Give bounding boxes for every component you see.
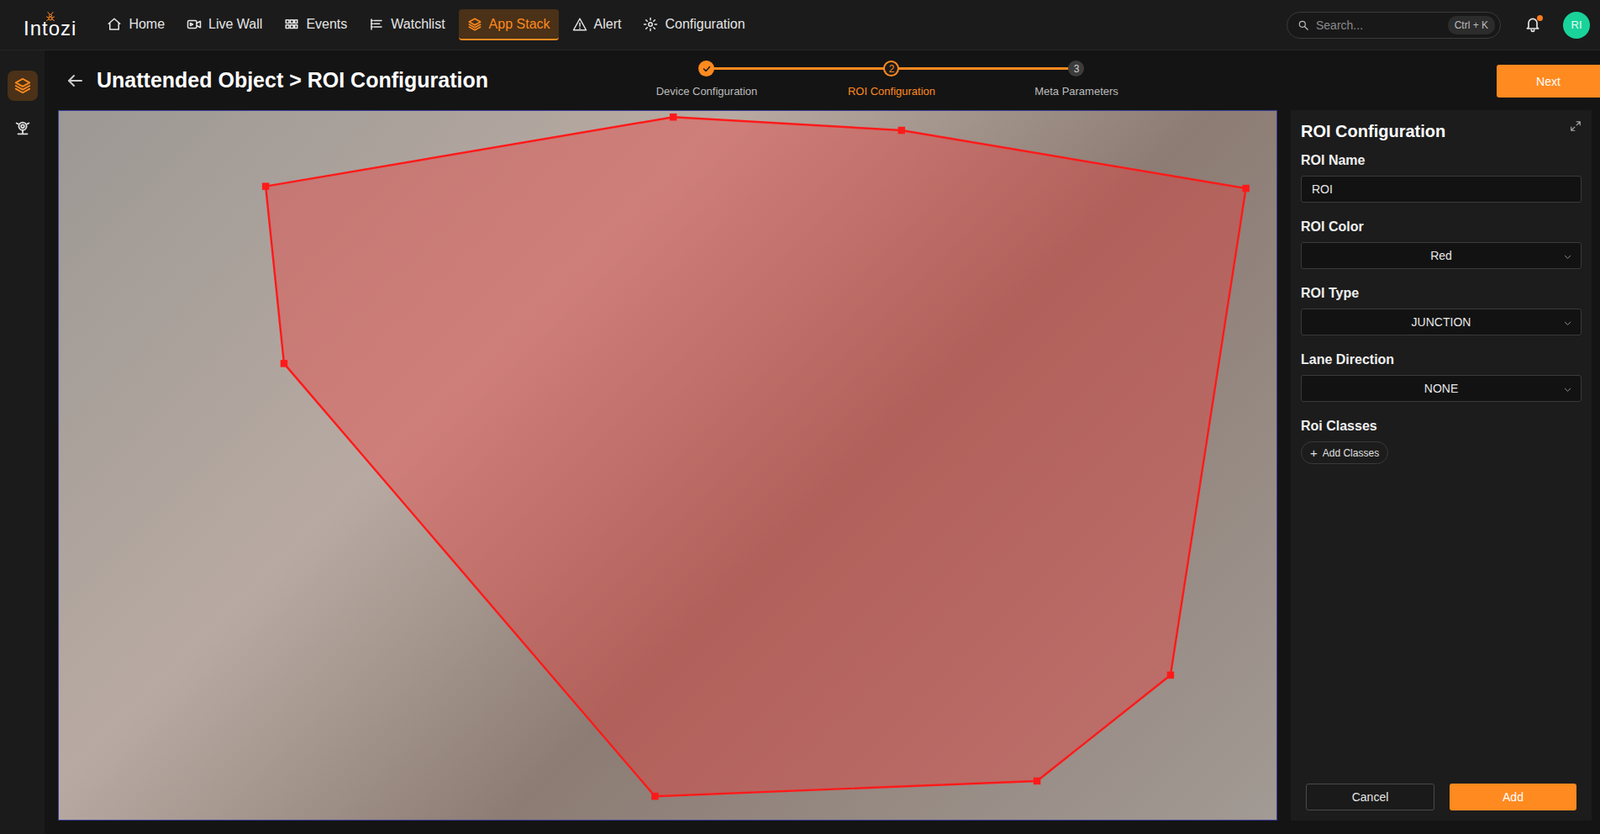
camera-icon <box>13 118 32 137</box>
next-button[interactable]: Next <box>1496 64 1600 98</box>
step-number: 2 <box>889 63 895 75</box>
unread-dot <box>1536 15 1543 22</box>
layers-icon <box>13 76 32 95</box>
chevron-down-icon <box>1563 318 1573 328</box>
check-icon <box>701 63 712 74</box>
search-box[interactable]: Search... Ctrl + K <box>1286 11 1501 39</box>
panel-title: ROI Configuration <box>1300 121 1582 142</box>
nav-label: Alert <box>594 16 622 32</box>
search-icon <box>1297 19 1310 32</box>
camera-feed[interactable] <box>57 110 1278 821</box>
nav-label: Configuration <box>664 16 745 32</box>
form-field: Lane Direction NONE <box>1300 352 1582 402</box>
form-field: Roi Classes + Add Classes <box>1300 418 1582 464</box>
field-label: ROI Type <box>1300 285 1582 301</box>
add-button[interactable]: Add <box>1449 783 1577 811</box>
nav-label: Watchlist <box>390 16 445 32</box>
form-field: ROI Name ROI <box>1300 152 1582 203</box>
chip-label: Add Classes <box>1322 447 1379 459</box>
cancel-button[interactable]: Cancel <box>1305 783 1435 811</box>
sidebar-item[interactable] <box>7 112 38 143</box>
nav-label: App Stack <box>489 16 551 32</box>
back-button[interactable] <box>64 70 85 91</box>
step-circle <box>698 60 715 77</box>
page-title: Unattended Object > ROI Configuration <box>96 68 489 93</box>
back-arrow-icon <box>64 70 85 91</box>
layers-icon <box>467 16 483 32</box>
nav-item[interactable]: Home <box>98 9 174 41</box>
nav-item[interactable]: Watchlist <box>360 9 453 41</box>
page-header: Unattended Object > ROI Configuration Dev… <box>44 50 1600 111</box>
plus-icon: + <box>1310 446 1318 459</box>
step-connector <box>706 67 892 70</box>
form-field: ROI Color Red <box>1300 219 1582 269</box>
text-input[interactable]: ROI <box>1300 175 1582 203</box>
step-connector <box>891 67 1077 70</box>
field-label: ROI Name <box>1300 152 1582 169</box>
logo-text: Intozi <box>23 18 77 39</box>
roi-polygon[interactable] <box>58 110 1277 820</box>
chevron-down-icon <box>1563 252 1573 262</box>
dropdown[interactable]: JUNCTION <box>1300 308 1582 336</box>
nav-item[interactable]: Configuration <box>634 9 753 41</box>
search-input[interactable]: Search... <box>1315 18 1442 32</box>
add-classes-button[interactable]: + Add Classes <box>1300 441 1389 464</box>
video-icon <box>186 16 202 32</box>
main-nav: Home Live Wall Events Watchlist App Stack Ale… <box>98 9 753 41</box>
nav-label: Events <box>305 16 348 32</box>
step-circle: 3 <box>1068 60 1085 77</box>
nav-item[interactable]: Events <box>275 9 356 41</box>
field-label: Lane Direction <box>1300 352 1582 368</box>
nav-item[interactable]: App Stack <box>458 9 559 41</box>
home-icon <box>106 16 122 32</box>
panel-actions: Cancel Add <box>1300 783 1582 811</box>
roi-panel: ROI Configuration ROI Name ROI ROI Color Red… <box>1290 110 1592 821</box>
sidebar-item[interactable] <box>7 70 38 101</box>
side-bar <box>0 50 45 834</box>
chevron-down-icon <box>1563 384 1573 395</box>
step[interactable]: 2 ROI Configuration <box>799 60 985 98</box>
shortcut-badge: Ctrl + K <box>1447 15 1495 35</box>
notifications-button[interactable] <box>1524 15 1543 35</box>
dropdown[interactable]: NONE <box>1300 374 1582 402</box>
field-label: ROI Color <box>1300 219 1582 235</box>
nav-label: Live Wall <box>208 16 263 32</box>
step-label: Meta Parameters <box>1034 84 1119 98</box>
form-field: ROI Type JUNCTION <box>1300 285 1582 336</box>
step[interactable]: 3 Meta Parameters <box>984 60 1169 98</box>
nav-item[interactable]: Live Wall <box>178 9 271 41</box>
alert-icon <box>572 16 588 32</box>
step[interactable]: Device Configuration <box>614 60 800 98</box>
user-avatar[interactable]: RI <box>1563 11 1590 39</box>
stepper: Device Configuration 2 ROI Configuration 3 M… <box>614 60 1169 98</box>
expand-icon[interactable] <box>1569 120 1582 132</box>
list-icon <box>368 16 385 32</box>
step-label: Device Configuration <box>656 84 758 98</box>
step-number: 3 <box>1073 63 1080 75</box>
field-label: Roi Classes <box>1300 418 1582 434</box>
dropdown[interactable]: Red <box>1300 242 1582 269</box>
gear-icon <box>642 16 658 32</box>
nav-item[interactable]: Alert <box>563 9 631 41</box>
step-circle: 2 <box>883 60 900 77</box>
step-label: ROI Configuration <box>847 84 936 98</box>
grid-icon <box>284 16 300 32</box>
top-bar: Intozi Home Live Wall Events Watchlist App St… <box>0 0 1600 51</box>
logo[interactable]: Intozi <box>23 11 77 39</box>
nav-label: Home <box>128 16 165 32</box>
